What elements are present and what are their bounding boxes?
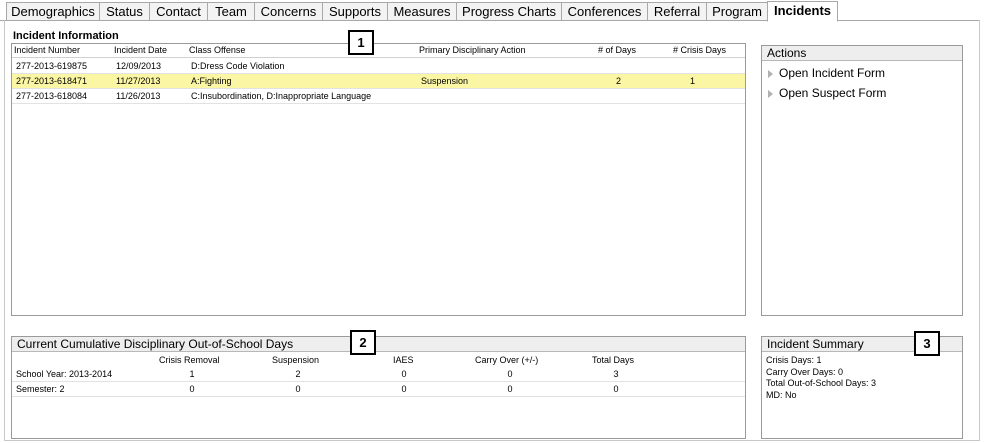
carry-over-value: 0 xyxy=(507,369,513,379)
table-row-selected[interactable]: 277-2013-618471 11/27/2013 A:Fighting Su… xyxy=(12,74,745,89)
actions-panel-title: Actions xyxy=(762,46,962,61)
col-incident-number[interactable]: Incident Number xyxy=(14,45,80,55)
callout-1: 1 xyxy=(348,30,374,55)
class-offense: C:Insubordination, D:Inappropriate Langu… xyxy=(191,91,372,101)
col-crisis-removal: Crisis Removal xyxy=(159,355,220,365)
arrow-right-icon xyxy=(768,70,773,78)
col-primary-action[interactable]: Primary Disciplinary Action xyxy=(419,45,526,55)
crisis-removal-value: 1 xyxy=(189,369,195,379)
summary-md: MD: No xyxy=(766,390,797,400)
total-days-value: 0 xyxy=(613,384,619,394)
tab-progress-charts[interactable]: Progress Charts xyxy=(456,2,562,21)
tab-conferences[interactable]: Conferences xyxy=(561,2,648,21)
col-crisis-days[interactable]: # Crisis Days xyxy=(673,45,726,55)
col-suspension: Suspension xyxy=(272,355,320,365)
callout-2: 2 xyxy=(350,330,376,355)
tab-incidents[interactable]: Incidents xyxy=(767,1,838,22)
actions-panel: Actions Open Incident Form Open Suspect … xyxy=(761,45,963,316)
incident-grid-header: Incident Number Incident Date Class Offe… xyxy=(12,44,745,58)
col-total-days: Total Days xyxy=(592,355,635,365)
tab-demographics[interactable]: Demographics xyxy=(6,2,100,21)
incident-number: 277-2013-619875 xyxy=(16,61,88,71)
callout-3: 3 xyxy=(914,331,940,356)
iaes-value: 0 xyxy=(401,369,407,379)
incident-grid: Incident Number Incident Date Class Offe… xyxy=(11,43,746,316)
crisis-removal-value: 0 xyxy=(189,384,195,394)
col-carry-over: Carry Over (+/-) xyxy=(475,355,539,365)
summary-carry-over-days: Carry Over Days: 0 xyxy=(766,367,844,377)
tab-contact[interactable]: Contact xyxy=(149,2,208,21)
col-days[interactable]: # of Days xyxy=(598,45,636,55)
open-suspect-form-label: Open Suspect Form xyxy=(779,86,887,100)
crisis-days: 1 xyxy=(690,76,696,86)
tab-supports[interactable]: Supports xyxy=(322,2,388,21)
period-label: Semester: 2 xyxy=(16,384,65,394)
suspension-value: 2 xyxy=(295,369,301,379)
table-row[interactable]: 277-2013-619875 12/09/2013 D:Dress Code … xyxy=(12,59,745,74)
table-row[interactable]: 277-2013-618084 11/26/2013 C:Insubordina… xyxy=(12,89,745,104)
col-iaes: IAES xyxy=(393,355,414,365)
open-incident-form-link[interactable]: Open Incident Form xyxy=(762,66,962,82)
incident-info-title: Incident Information xyxy=(13,30,119,42)
iaes-value: 0 xyxy=(401,384,407,394)
incident-date: 11/27/2013 xyxy=(116,76,161,86)
suspension-value: 0 xyxy=(295,384,301,394)
open-incident-form-label: Open Incident Form xyxy=(779,66,886,80)
summary-crisis-days: Crisis Days: 1 xyxy=(766,355,822,365)
incident-date: 11/26/2013 xyxy=(116,91,161,101)
tab-bar: Demographics Status Contact Team Concern… xyxy=(0,0,985,22)
open-suspect-form-link[interactable]: Open Suspect Form xyxy=(762,86,962,102)
col-incident-date[interactable]: Incident Date xyxy=(114,45,167,55)
total-days-value: 3 xyxy=(613,369,619,379)
class-offense: A:Fighting xyxy=(191,76,232,86)
incident-number: 277-2013-618084 xyxy=(16,91,88,101)
arrow-right-icon xyxy=(768,90,773,98)
incident-date: 12/09/2013 xyxy=(116,61,162,71)
tab-measures[interactable]: Measures xyxy=(387,2,457,21)
days: 2 xyxy=(616,76,622,86)
incident-number: 277-2013-618471 xyxy=(16,76,88,86)
carry-over-value: 0 xyxy=(507,384,513,394)
cumulative-days-title: Current Cumulative Disciplinary Out-of-S… xyxy=(12,337,745,352)
period-label: School Year: 2013-2014 xyxy=(16,369,113,379)
tab-referral[interactable]: Referral xyxy=(647,2,707,21)
col-class-offense[interactable]: Class Offense xyxy=(189,45,245,55)
tab-status[interactable]: Status xyxy=(99,2,150,21)
tab-team[interactable]: Team xyxy=(207,2,255,21)
tab-concerns[interactable]: Concerns xyxy=(254,2,323,21)
table-row: School Year: 2013-2014 1 2 0 0 3 xyxy=(12,367,745,382)
cumulative-days-panel: Current Cumulative Disciplinary Out-of-S… xyxy=(11,336,746,439)
tab-program[interactable]: Program xyxy=(706,2,768,21)
class-offense: D:Dress Code Violation xyxy=(191,61,285,71)
primary-action: Suspension xyxy=(421,76,469,86)
table-row: Semester: 2 0 0 0 0 0 xyxy=(12,382,745,397)
summary-total-days: Total Out-of-School Days: 3 xyxy=(766,378,877,388)
